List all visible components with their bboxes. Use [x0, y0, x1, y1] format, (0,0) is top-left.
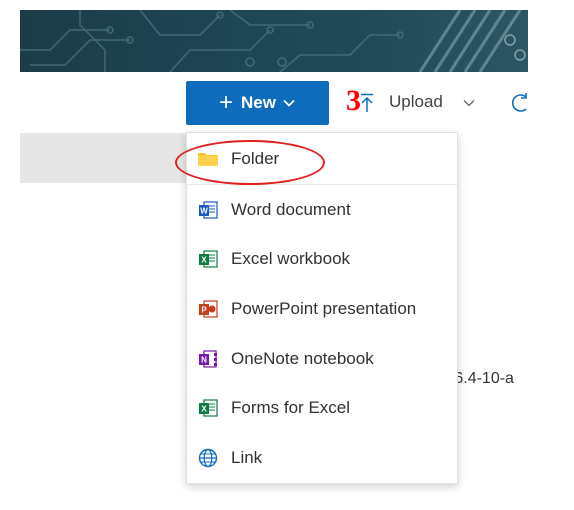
upload-icon[interactable] [359, 93, 375, 113]
menu-item-word-document[interactable]: W Word document [187, 186, 457, 234]
menu-item-forms-for-excel[interactable]: X Forms for Excel [187, 384, 457, 432]
svg-text:X: X [201, 405, 207, 414]
svg-text:X: X [201, 256, 207, 265]
chevron-down-icon [283, 99, 295, 107]
upload-chevron-down-icon[interactable] [462, 96, 476, 110]
circuit-pattern [20, 10, 526, 72]
menu-divider [187, 184, 457, 185]
menu-item-label: Forms for Excel [231, 398, 351, 417]
menu-item-onenote-notebook[interactable]: N OneNote notebook [187, 335, 457, 383]
menu-item-label: PowerPoint presentation [231, 299, 417, 318]
upload-button-label[interactable]: Upload [389, 92, 443, 112]
onenote-icon: N [199, 350, 217, 368]
new-button-label: New [241, 93, 276, 112]
menu-item-label: Excel workbook [231, 249, 351, 268]
plus-icon: + [219, 89, 234, 116]
new-dropdown-menu: Folder W Word document X Excel workbook [186, 132, 458, 484]
menu-item-link[interactable]: Link [187, 434, 457, 482]
annotation-circle [175, 140, 325, 185]
powerpoint-icon: P [199, 300, 218, 318]
svg-text:P: P [201, 306, 207, 315]
word-icon: W [199, 201, 218, 219]
globe-icon [198, 448, 218, 468]
svg-text:W: W [200, 207, 208, 216]
nav-item-selected[interactable] [20, 133, 186, 183]
menu-item-label: Link [231, 448, 263, 467]
menu-item-label: Word document [231, 200, 351, 219]
header-banner [20, 10, 528, 72]
svg-text:N: N [201, 356, 207, 365]
menu-item-excel-workbook[interactable]: X Excel workbook [187, 235, 457, 283]
menu-item-powerpoint-presentation[interactable]: P PowerPoint presentation [187, 285, 457, 333]
sync-icon[interactable] [510, 92, 530, 114]
excel-icon: X [199, 250, 218, 268]
forms-excel-icon: X [199, 399, 218, 417]
new-button[interactable]: + New [186, 81, 329, 125]
menu-item-label: OneNote notebook [231, 349, 374, 368]
